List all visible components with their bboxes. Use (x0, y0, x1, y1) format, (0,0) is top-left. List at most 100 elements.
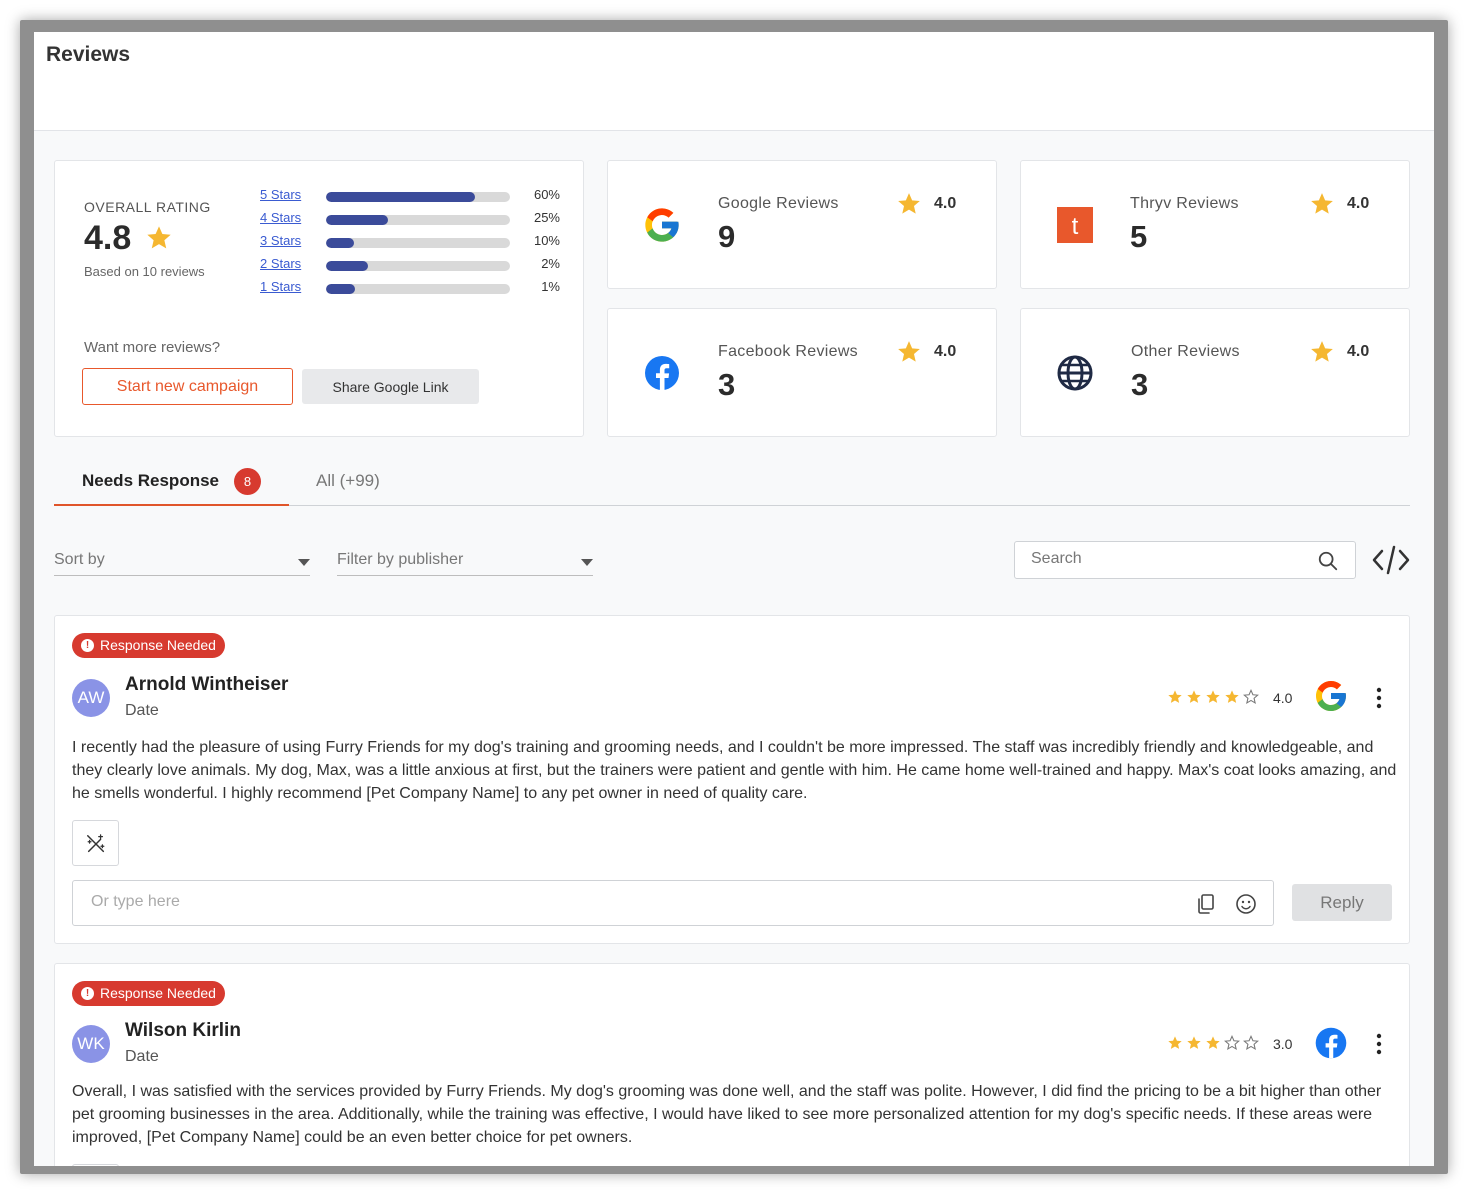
overall-rating-label: OVERALL RATING (84, 199, 211, 215)
distribution-link-2-stars[interactable]: 2 Stars (260, 256, 301, 271)
source-count: 9 (718, 219, 736, 254)
source-name: Other Reviews (1131, 343, 1240, 360)
reviews-window: Reviews OVERALL RATING 4.8 Based on 10 r… (34, 32, 1434, 1166)
top-bar: Reviews (34, 32, 1434, 131)
facebook-icon (1315, 1027, 1347, 1059)
distribution-link-1-stars[interactable]: 1 Stars (260, 279, 301, 294)
star-filled-icon (1168, 690, 1182, 703)
distribution-bar-track (326, 238, 510, 248)
caret-down-icon (298, 559, 310, 566)
google-icon (645, 208, 679, 242)
response-needed-badge: ! Response Needed (72, 981, 225, 1006)
tab-all[interactable]: All (+99) (316, 457, 436, 506)
reply-button[interactable]: Reply (1292, 884, 1392, 921)
rating-distribution-row: 3 Stars 10% (260, 233, 560, 251)
source-rating: 4.0 (1347, 195, 1370, 212)
star-icon (898, 341, 920, 362)
star-empty-icon (1243, 1035, 1259, 1051)
star-filled-icon (1225, 690, 1239, 703)
distribution-percent: 25% (533, 210, 560, 225)
globe-icon (1057, 355, 1093, 391)
source-name: Facebook Reviews (718, 343, 858, 360)
source-name: Google Reviews (718, 195, 839, 212)
more-options-icon[interactable] (1371, 1032, 1387, 1056)
start-campaign-button[interactable]: Start new campaign (82, 368, 293, 405)
want-more-reviews-label: Want more reviews? (84, 339, 221, 356)
caret-down-icon (581, 559, 593, 566)
distribution-bar-fill (326, 284, 355, 294)
review-card: ! Response Needed AW Arnold Wintheiser D… (54, 615, 1410, 944)
reply-box (72, 880, 1274, 926)
distribution-bar-fill (326, 238, 354, 248)
star-icon (147, 226, 171, 249)
distribution-link-3-stars[interactable]: 3 Stars (260, 233, 301, 248)
ai-suggest-button[interactable] (72, 1164, 119, 1166)
svg-text:t: t (1072, 213, 1079, 240)
thryv-icon: t (1057, 207, 1093, 243)
copy-icon[interactable] (1196, 893, 1216, 915)
review-tabs: Needs Response 8 All (+99) (54, 457, 1410, 506)
google-icon (1316, 681, 1346, 711)
review-rating: 3.0 (1273, 1036, 1293, 1052)
filter-publisher-select[interactable]: Filter by publisher (337, 544, 593, 576)
distribution-bar-fill (326, 261, 369, 271)
tab-needs-response[interactable]: Needs Response 8 (54, 457, 289, 506)
distribution-link-4-stars[interactable]: 4 Stars (260, 210, 301, 225)
star-empty-icon (1243, 689, 1259, 705)
reviewer-name: Wilson Kirlin (125, 1020, 241, 1041)
google-reviews-card[interactable]: Google Reviews 9 4.0 (607, 160, 997, 289)
source-count: 3 (1131, 367, 1149, 402)
distribution-percent: 1% (541, 279, 560, 294)
reply-input[interactable] (91, 893, 1171, 911)
source-count: 3 (718, 367, 736, 402)
rating-distribution-row: 2 Stars 2% (260, 256, 560, 274)
distribution-percent: 2% (541, 256, 560, 271)
review-date: Date (125, 1048, 159, 1065)
distribution-bar-fill (326, 215, 389, 225)
star-icon (898, 193, 920, 214)
sort-by-label: Sort by (54, 551, 105, 568)
embed-code-icon[interactable] (1370, 542, 1412, 578)
star-icon (1311, 341, 1333, 362)
rating-distribution-row: 5 Stars 60% (260, 187, 560, 205)
star-filled-icon (1187, 1036, 1201, 1049)
search-icon[interactable] (1317, 550, 1339, 572)
search-input[interactable] (1031, 550, 1311, 568)
star-filled-icon (1206, 690, 1220, 703)
facebook-reviews-card[interactable]: Facebook Reviews 3 4.0 (607, 308, 997, 437)
source-name: Thryv Reviews (1130, 195, 1239, 212)
distribution-percent: 10% (533, 233, 560, 248)
distribution-link-5-stars[interactable]: 5 Stars (260, 187, 301, 202)
emoji-icon[interactable] (1235, 893, 1257, 915)
more-options-icon[interactable] (1371, 686, 1387, 710)
distribution-bar-track (326, 192, 510, 202)
needs-response-count-badge: 8 (234, 468, 261, 495)
overall-rating-card: OVERALL RATING 4.8 Based on 10 reviews 5… (54, 160, 584, 437)
sort-by-select[interactable]: Sort by (54, 544, 310, 576)
tab-label: Needs Response (82, 471, 219, 490)
distribution-bar-track (326, 261, 510, 271)
share-google-link-button[interactable]: Share Google Link (302, 369, 479, 404)
based-on-count: Based on 10 reviews (84, 264, 205, 279)
ai-suggest-button[interactable] (72, 820, 119, 866)
response-needed-badge: ! Response Needed (72, 633, 225, 658)
overall-rating-value: 4.8 (84, 219, 132, 257)
badge-label: Response Needed (100, 985, 216, 1001)
rating-distribution-row: 4 Stars 25% (260, 210, 560, 228)
source-rating: 4.0 (1347, 343, 1370, 360)
avatar: AW (72, 679, 110, 717)
badge-label: Response Needed (100, 637, 216, 653)
star-empty-icon (1224, 1035, 1240, 1051)
tab-label: All (+99) (316, 471, 380, 490)
star-rating (1167, 1035, 1259, 1053)
distribution-percent: 60% (533, 187, 560, 202)
avatar: WK (72, 1025, 110, 1063)
other-reviews-card[interactable]: Other Reviews 3 4.0 (1020, 308, 1410, 437)
star-icon (1311, 193, 1333, 214)
star-rating (1167, 689, 1259, 707)
facebook-icon (645, 356, 679, 390)
review-text: I recently had the pleasure of using Fur… (72, 739, 1397, 802)
thryv-reviews-card[interactable]: t Thryv Reviews 5 4.0 (1020, 160, 1410, 289)
star-filled-icon (1187, 690, 1201, 703)
source-count: 5 (1130, 219, 1148, 254)
